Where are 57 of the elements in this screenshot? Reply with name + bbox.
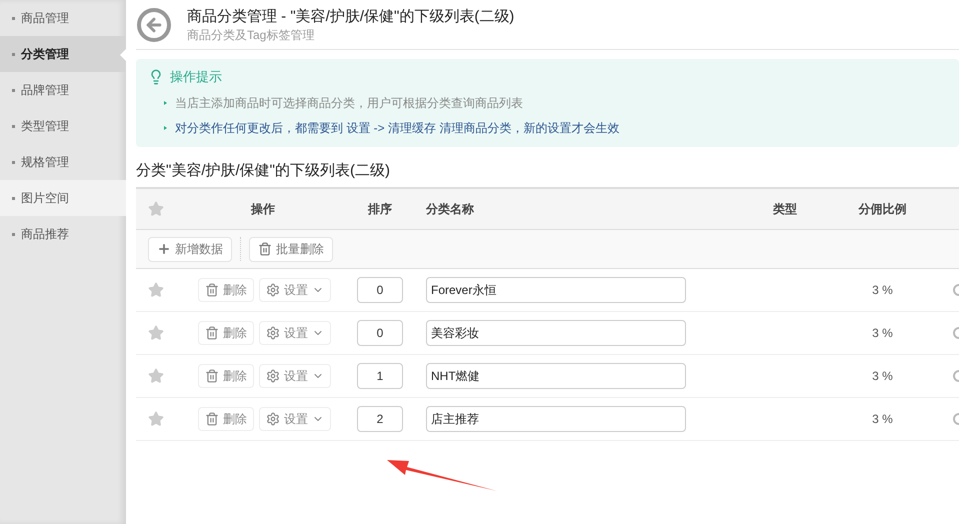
trash-icon: [205, 412, 219, 426]
trash-icon: [205, 326, 219, 340]
settings-button[interactable]: 设置: [259, 407, 331, 431]
sort-field[interactable]: 2: [357, 406, 403, 432]
name-field[interactable]: Forever永恒: [426, 277, 686, 303]
name-field[interactable]: NHT燃健: [426, 363, 686, 389]
column-header: 操作: [250, 201, 276, 218]
settings-icon: [266, 412, 280, 426]
settings-icon: [266, 283, 280, 297]
add-button[interactable]: 新增数据: [148, 236, 232, 262]
sidebar-item[interactable]: 分类管理: [0, 36, 126, 72]
settings-button[interactable]: 设置: [259, 321, 331, 345]
tip-text: 当店主添加商品时可选择商品分类，用户可根据分类查询商品列表: [175, 94, 523, 112]
delete-button[interactable]: 删除: [198, 321, 254, 345]
ratio-text: 3 %: [871, 325, 894, 342]
sidebar-item[interactable]: 图片空间: [0, 180, 126, 216]
column-header: 分佣比例: [857, 201, 908, 218]
tips-title: 操作提示: [170, 68, 222, 86]
page-subtitle: 商品分类及Tag标签管理: [187, 26, 316, 42]
back-arrow-icon: [144, 14, 164, 34]
sidebar-item[interactable]: 规格管理: [0, 144, 126, 180]
delete-button[interactable]: 删除: [198, 364, 254, 388]
back-button[interactable]: [137, 8, 171, 42]
delete-button[interactable]: 删除: [198, 278, 254, 302]
trash-icon: [205, 369, 219, 383]
name-field[interactable]: 店主推荐: [426, 406, 686, 432]
trash-icon: [205, 283, 219, 297]
settings-button[interactable]: 设置: [259, 364, 331, 388]
settings-icon: [266, 369, 280, 383]
star-icon: [148, 282, 164, 298]
star-icon: [148, 325, 164, 341]
settings-button[interactable]: 设置: [259, 278, 331, 302]
sort-field[interactable]: 0: [357, 277, 403, 303]
tip-text: 对分类作任何更改后，都需要到 设置 -> 清理缓存 清理商品分类，新的设置才会生效: [175, 120, 620, 136]
page-title: 商品分类管理 - "美容/护肤/保健"的下级列表(二级): [187, 6, 514, 26]
sidebar-item[interactable]: 商品管理: [0, 0, 126, 36]
plus-icon: [157, 242, 171, 256]
bulk-delete-button[interactable]: 批量删除: [249, 236, 333, 262]
sidebar-item[interactable]: 类型管理: [0, 108, 126, 144]
star-icon: [148, 368, 164, 384]
ratio-text: 3 %: [871, 368, 894, 385]
sidebar-item[interactable]: 品牌管理: [0, 72, 126, 108]
trash-icon: [258, 242, 272, 256]
name-field[interactable]: 美容彩妆: [426, 320, 686, 346]
ratio-text: 3 %: [871, 411, 894, 428]
sidebar-item[interactable]: 商品推荐: [0, 216, 126, 252]
ratio-text: 3 %: [871, 282, 894, 299]
column-header: 分类名称: [424, 201, 475, 218]
column-header: 类型: [772, 201, 798, 218]
star-icon: [148, 411, 164, 427]
column-header: 排序: [366, 201, 393, 218]
sort-field[interactable]: 1: [357, 363, 403, 389]
delete-button[interactable]: 删除: [198, 407, 254, 431]
sort-field[interactable]: 0: [357, 320, 403, 346]
settings-icon: [266, 326, 280, 340]
section-title: 分类"美容/护肤/保健"的下级列表(二级): [136, 161, 391, 181]
star-icon: [148, 201, 164, 217]
